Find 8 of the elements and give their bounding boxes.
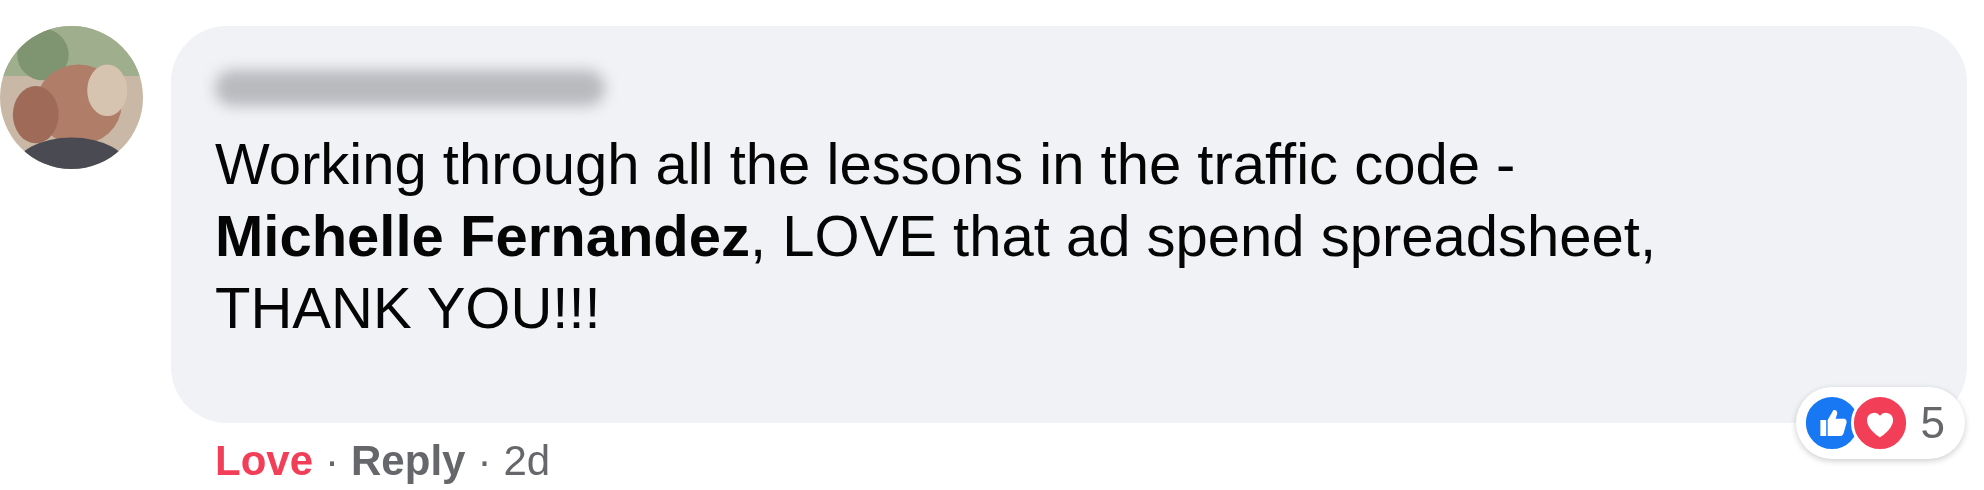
- separator-dot: ·: [477, 437, 492, 485]
- reaction-count: 5: [1920, 398, 1945, 448]
- comment-time[interactable]: 2d: [503, 437, 551, 485]
- reply-link[interactable]: Reply: [351, 437, 466, 485]
- reaction-summary[interactable]: 5: [1795, 387, 1965, 459]
- love-link[interactable]: Love: [215, 437, 314, 485]
- separator-dot: ·: [325, 437, 340, 485]
- comment-text: Working through all the lessons in the traffic code - Michelle Fernandez, LOVE that ad spend spreadsheet, THANK YOU!!!: [215, 130, 1658, 342]
